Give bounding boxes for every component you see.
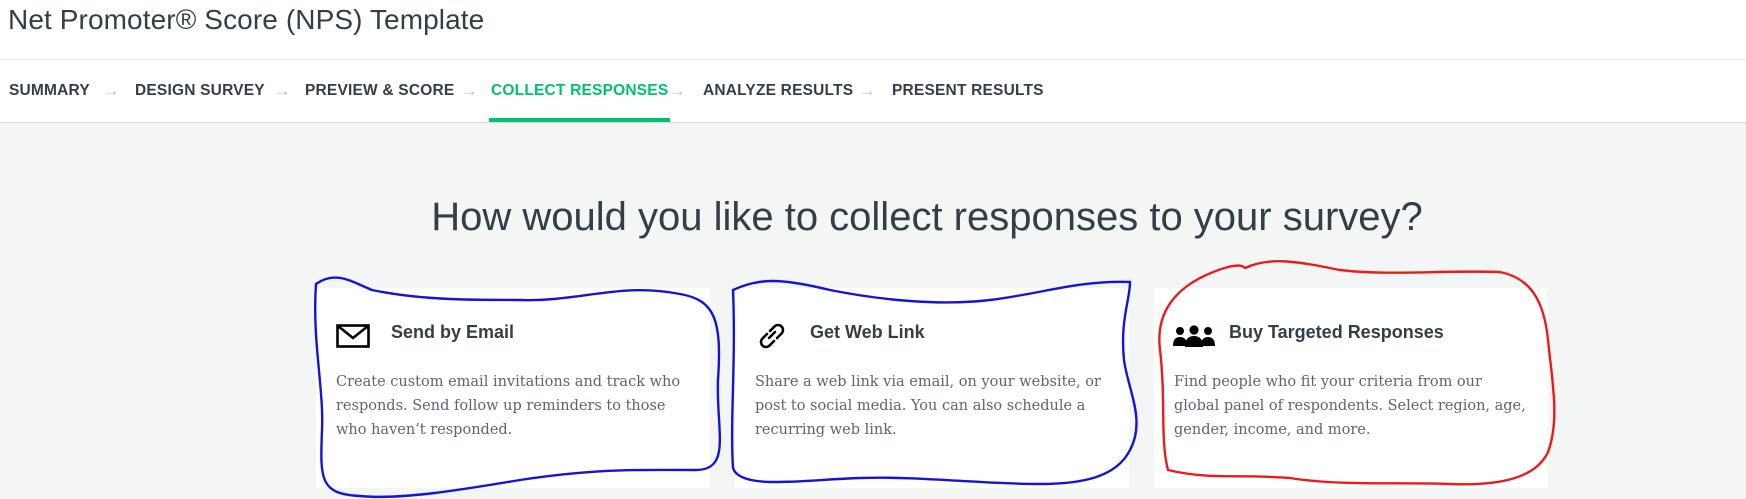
card-get-web-link[interactable]: Get Web Link Share a web link via email,… (735, 288, 1129, 488)
card-description: Share a web link via email, on your webs… (755, 370, 1107, 442)
arrow-right-icon: → (102, 81, 120, 100)
card-title: Buy Targeted Responses (1229, 322, 1444, 342)
step-analyze-results[interactable]: ANALYZE RESULTS (703, 60, 853, 122)
card-title: Send by Email (391, 322, 515, 342)
question-wrap: How would you like to collect responses … (0, 193, 1746, 241)
card-description-line: Create custom email invitations and trac… (336, 374, 681, 390)
card-send-by-email[interactable]: Send by Email Create custom email invita… (316, 288, 710, 488)
step-navigation: SUMMARY → DESIGN SURVEY → PREVIEW & SCOR… (0, 60, 1746, 123)
step-preview-score[interactable]: PREVIEW & SCORE (305, 60, 454, 122)
step-design-survey[interactable]: DESIGN SURVEY (135, 60, 265, 122)
title-bar: Net Promoter® Score (NPS) Template (0, 0, 1746, 60)
arrow-right-icon: → (273, 81, 291, 100)
envelope-icon (336, 322, 370, 350)
page-title: Net Promoter® Score (NPS) Template (8, 4, 485, 35)
step-present-results[interactable]: PRESENT RESULTS (892, 60, 1044, 122)
card-description-line: recurring web link. (755, 422, 897, 438)
link-icon (755, 322, 789, 350)
card-description-line: post to social media. You can also sched… (755, 398, 1086, 414)
card-description: Find people who fit your criteria from o… (1174, 370, 1526, 442)
card-description-line: Find people who fit your criteria from o… (1174, 374, 1482, 390)
card-description: Create custom email invitations and trac… (336, 370, 688, 442)
card-description-line: global panel of respondents. Select regi… (1174, 398, 1526, 414)
arrow-right-icon: → (668, 81, 686, 100)
arrow-right-icon: → (460, 81, 478, 100)
card-description-line: Share a web link via email, on your webs… (755, 374, 1101, 390)
card-title: Get Web Link (810, 322, 925, 342)
card-description-line: gender, income, and more. (1174, 422, 1371, 438)
collect-responses-panel: How would you like to collect responses … (0, 123, 1746, 499)
card-description-line: who haven’t responded. (336, 422, 513, 438)
card-description-line: responds. Send follow up reminders to th… (336, 398, 666, 414)
question-heading: How would you like to collect responses … (431, 195, 1423, 239)
page: Net Promoter® Score (NPS) Template SUMMA… (0, 0, 1746, 499)
step-summary[interactable]: SUMMARY (9, 60, 90, 122)
people-icon (1172, 322, 1216, 350)
step-collect-responses[interactable]: COLLECT RESPONSES (488, 60, 671, 122)
card-buy-targeted-responses[interactable]: Buy Targeted Responses Find people who f… (1154, 288, 1548, 488)
arrow-right-icon: → (858, 81, 876, 100)
